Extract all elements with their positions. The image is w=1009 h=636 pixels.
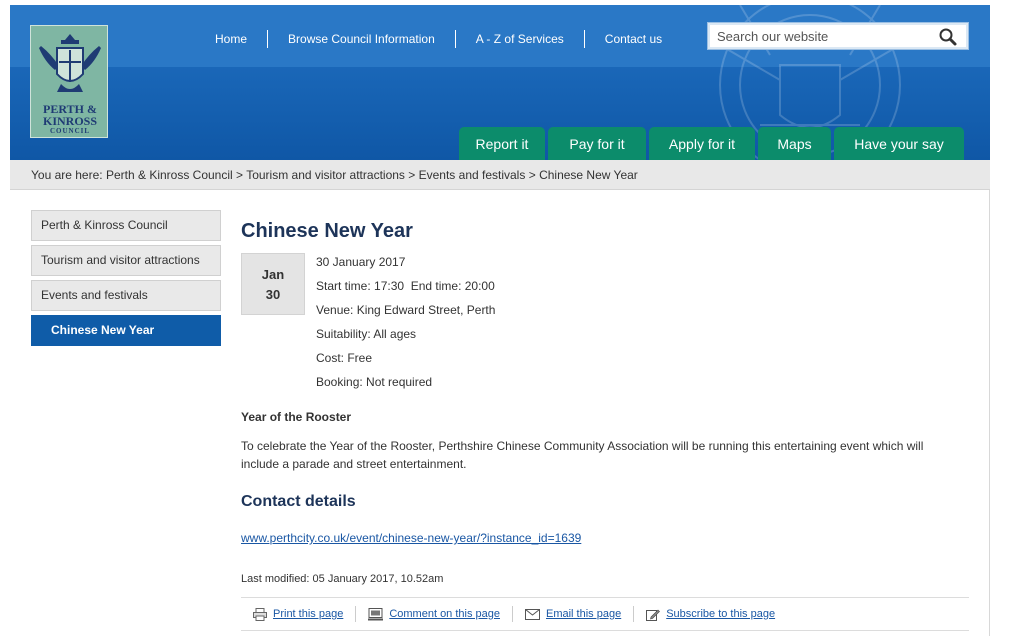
- event-venue: Venue: King Edward Street, Perth: [316, 303, 496, 317]
- sidebar-item-chinese-new-year[interactable]: Chinese New Year: [31, 315, 221, 346]
- envelope-icon: [525, 608, 540, 620]
- comment-action: Comment on this page: [356, 607, 512, 621]
- breadcrumb-separator: >: [408, 168, 416, 182]
- sidebar-item-tourism[interactable]: Tourism and visitor attractions: [31, 245, 221, 276]
- nav-divider: [267, 30, 269, 48]
- event-date-badge: Jan 30: [241, 253, 305, 315]
- pencil-note-icon: [646, 609, 661, 621]
- date-badge-day: 30: [265, 287, 281, 302]
- tab-maps[interactable]: Maps: [758, 127, 831, 160]
- search-icon[interactable]: [938, 27, 958, 47]
- subscribe-page-link[interactable]: Subscribe to this page: [666, 608, 775, 620]
- breadcrumb-item-perth-kinross-council[interactable]: Perth & Kinross Council: [106, 168, 233, 182]
- task-tabs: Report it Pay for it Apply for it Maps H…: [459, 127, 967, 160]
- tab-report-it[interactable]: Report it: [459, 127, 545, 160]
- contact-website-link[interactable]: www.perthcity.co.uk/event/chinese-new-ye…: [241, 531, 581, 545]
- event-details: 30 January 2017 Start time: 17:30 End ti…: [316, 254, 495, 398]
- breadcrumb-separator: >: [236, 168, 244, 182]
- event-times: Start time: 17:30 End time: 20:00: [316, 279, 495, 293]
- page-title: Chinese New Year: [241, 220, 413, 242]
- tab-have-your-say[interactable]: Have your say: [834, 127, 964, 160]
- comment-page-link[interactable]: Comment on this page: [389, 608, 500, 620]
- sidebar-item-events-festivals[interactable]: Events and festivals: [31, 280, 221, 311]
- event-suitability: Suitability: All ages: [316, 327, 417, 341]
- nav-browse-council-information-link[interactable]: Browse Council Information: [278, 30, 445, 48]
- breadcrumb-separator: >: [528, 168, 536, 182]
- logo-text-line2: KINROSS: [42, 114, 98, 128]
- nav-home-link[interactable]: Home: [205, 30, 257, 48]
- last-modified: Last modified: 05 January 2017, 10.52am: [241, 573, 444, 585]
- date-badge-month: Jan: [261, 267, 285, 282]
- crest-icon: [39, 34, 101, 92]
- sidebar-item-perth-kinross-council[interactable]: Perth & Kinross Council: [31, 210, 221, 241]
- contact-details-heading: Contact details: [241, 493, 356, 510]
- printer-icon: [253, 607, 267, 621]
- monitor-icon: [368, 607, 384, 620]
- email-page-link[interactable]: Email this page: [546, 608, 621, 620]
- breadcrumb: You are here: Perth & Kinross Council > …: [10, 160, 990, 190]
- nav-divider: [454, 30, 456, 48]
- subscribe-action: Subscribe to this page: [634, 608, 787, 621]
- print-page-link[interactable]: Print this page: [273, 608, 343, 620]
- tab-pay-for-it[interactable]: Pay for it: [548, 127, 646, 160]
- event-booking: Booking: Not required: [316, 375, 433, 389]
- nav-divider: [583, 30, 585, 48]
- top-navigation: Home Browse Council Information A - Z of…: [205, 30, 672, 48]
- page-actions-bar: Print this page Comment on this page Ema…: [241, 597, 969, 631]
- breadcrumb-prefix: You are here:: [31, 168, 103, 182]
- event-date: 30 January 2017: [316, 255, 406, 269]
- page: PERTH & KINROSS COUNCIL Home Browse Coun…: [10, 5, 990, 636]
- event-subheading: Year of the Rooster: [241, 410, 352, 424]
- site-header: PERTH & KINROSS COUNCIL Home Browse Coun…: [10, 5, 990, 160]
- nav-a-z-services-link[interactable]: A - Z of Services: [466, 30, 574, 48]
- tab-apply-for-it[interactable]: Apply for it: [649, 127, 755, 160]
- nav-contact-us-link[interactable]: Contact us: [595, 30, 672, 48]
- breadcrumb-item-tourism[interactable]: Tourism and visitor attractions: [246, 168, 405, 182]
- search-input[interactable]: [717, 28, 927, 44]
- breadcrumb-item-events-festivals[interactable]: Events and festivals: [419, 168, 526, 182]
- event-description: To celebrate the Year of the Rooster, Pe…: [241, 439, 924, 471]
- logo-text-line3: COUNCIL: [49, 127, 91, 135]
- site-search: [707, 22, 969, 50]
- print-action: Print this page: [241, 607, 355, 621]
- council-logo[interactable]: PERTH & KINROSS COUNCIL: [30, 25, 108, 138]
- event-cost: Cost: Free: [316, 351, 373, 365]
- email-action: Email this page: [513, 608, 633, 620]
- breadcrumb-item-current: Chinese New Year: [539, 168, 638, 182]
